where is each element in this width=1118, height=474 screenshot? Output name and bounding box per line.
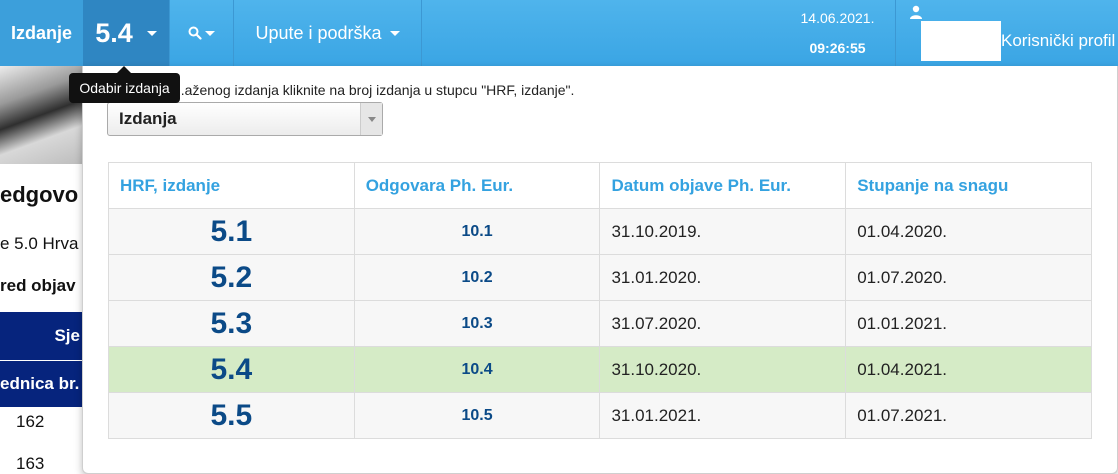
effective-cell: 01.01.2021.	[845, 300, 1092, 347]
column-header-effective: Stupanje na snagu	[845, 162, 1092, 209]
published-cell: 31.10.2019.	[599, 208, 847, 255]
navbar-spacer	[422, 0, 780, 66]
tooltip: Odabir izdanja	[69, 73, 180, 103]
select-arrow-icon	[360, 103, 382, 135]
published-cell: 31.10.2020.	[599, 346, 847, 393]
effective-cell: 01.04.2021.	[845, 346, 1092, 393]
editions-table: HRF, izdanje Odgovara Ph. Eur. Datum obj…	[108, 162, 1092, 439]
edition-link[interactable]: 5.1	[108, 208, 355, 255]
user-name-redacted	[921, 21, 1001, 61]
current-edition: 5.4	[95, 17, 133, 48]
page-section-title: red objav	[0, 276, 76, 295]
table-header-cell: ednica br.	[0, 361, 82, 407]
table-header-row: HRF, izdanje Odgovara Ph. Eur. Datum obj…	[108, 162, 1092, 209]
column-header-edition: HRF, izdanje	[108, 162, 355, 209]
table-row[interactable]: 5.5 10.5 31.01.2021. 01.07.2021.	[108, 392, 1092, 439]
edition-select[interactable]: Izdanja	[107, 102, 383, 136]
user-profile-menu[interactable]: Korisnički profil	[895, 0, 1118, 66]
edition-selector-button[interactable]: 5.4	[83, 0, 169, 66]
table-row-selected[interactable]: 5.4 10.4 31.10.2020. 01.04.2021.	[108, 346, 1092, 393]
ph-eur-cell: 10.4	[354, 346, 601, 393]
table-header-cell: Sje	[0, 312, 82, 360]
ph-eur-cell: 10.5	[354, 392, 601, 439]
column-header-published: Datum objave Ph. Eur.	[599, 162, 847, 209]
ph-eur-cell: 10.3	[354, 300, 601, 347]
search-icon	[188, 26, 202, 40]
ph-eur-cell: 10.2	[354, 254, 601, 301]
table-cell: 163	[16, 454, 45, 473]
edition-link[interactable]: 5.4	[108, 346, 355, 393]
effective-cell: 01.07.2020.	[845, 254, 1092, 301]
published-cell: 31.01.2021.	[599, 392, 847, 439]
effective-cell: 01.04.2020.	[845, 208, 1092, 255]
published-cell: 31.07.2020.	[599, 300, 847, 347]
caret-down-icon	[389, 30, 400, 36]
date-time: 14.06.2021. 09:26:55	[780, 0, 895, 66]
current-time: 09:26:55	[809, 40, 866, 56]
published-cell: 31.01.2020.	[599, 254, 847, 301]
caret-down-icon	[146, 30, 157, 36]
user-profile-label: Korisnički profil	[1001, 31, 1116, 50]
user-icon	[910, 5, 922, 19]
help-menu-button[interactable]: Upute i podrška	[234, 0, 422, 66]
tooltip-arrow	[117, 66, 131, 73]
effective-cell: 01.07.2021.	[845, 392, 1092, 439]
edition-link[interactable]: 5.5	[108, 392, 355, 439]
edition-link[interactable]: 5.3	[108, 300, 355, 347]
instruction-text: ...aženog izdanja kliknite na broj izdan…	[173, 82, 575, 98]
edition-select-value: Izdanja	[119, 109, 177, 128]
edition-link[interactable]: 5.2	[108, 254, 355, 301]
table-row[interactable]: 5.2 10.2 31.01.2020. 01.07.2020.	[108, 254, 1092, 301]
edition-dropdown-panel: ...aženog izdanja kliknite na broj izdan…	[82, 66, 1118, 474]
table-row[interactable]: 5.3 10.3 31.07.2020. 01.01.2021.	[108, 300, 1092, 347]
page-subtitle: e 5.0 Hrva	[0, 234, 79, 253]
brand-label: Izdanje	[0, 0, 83, 66]
column-header-ph-eur: Odgovara Ph. Eur.	[354, 162, 601, 209]
current-date: 14.06.2021.	[800, 10, 875, 26]
top-navbar: Izdanje 5.4 Upute i podrška 14.06.2021. …	[0, 0, 1118, 66]
help-menu-label: Upute i podrška	[255, 22, 382, 43]
search-menu-button[interactable]	[169, 0, 234, 66]
ph-eur-cell: 10.1	[354, 208, 601, 255]
caret-down-icon	[205, 30, 215, 36]
page-heading: edgovo	[0, 182, 79, 207]
table-cell: 162	[16, 412, 45, 431]
table-row[interactable]: 5.1 10.1 31.10.2019. 01.04.2020.	[108, 208, 1092, 255]
